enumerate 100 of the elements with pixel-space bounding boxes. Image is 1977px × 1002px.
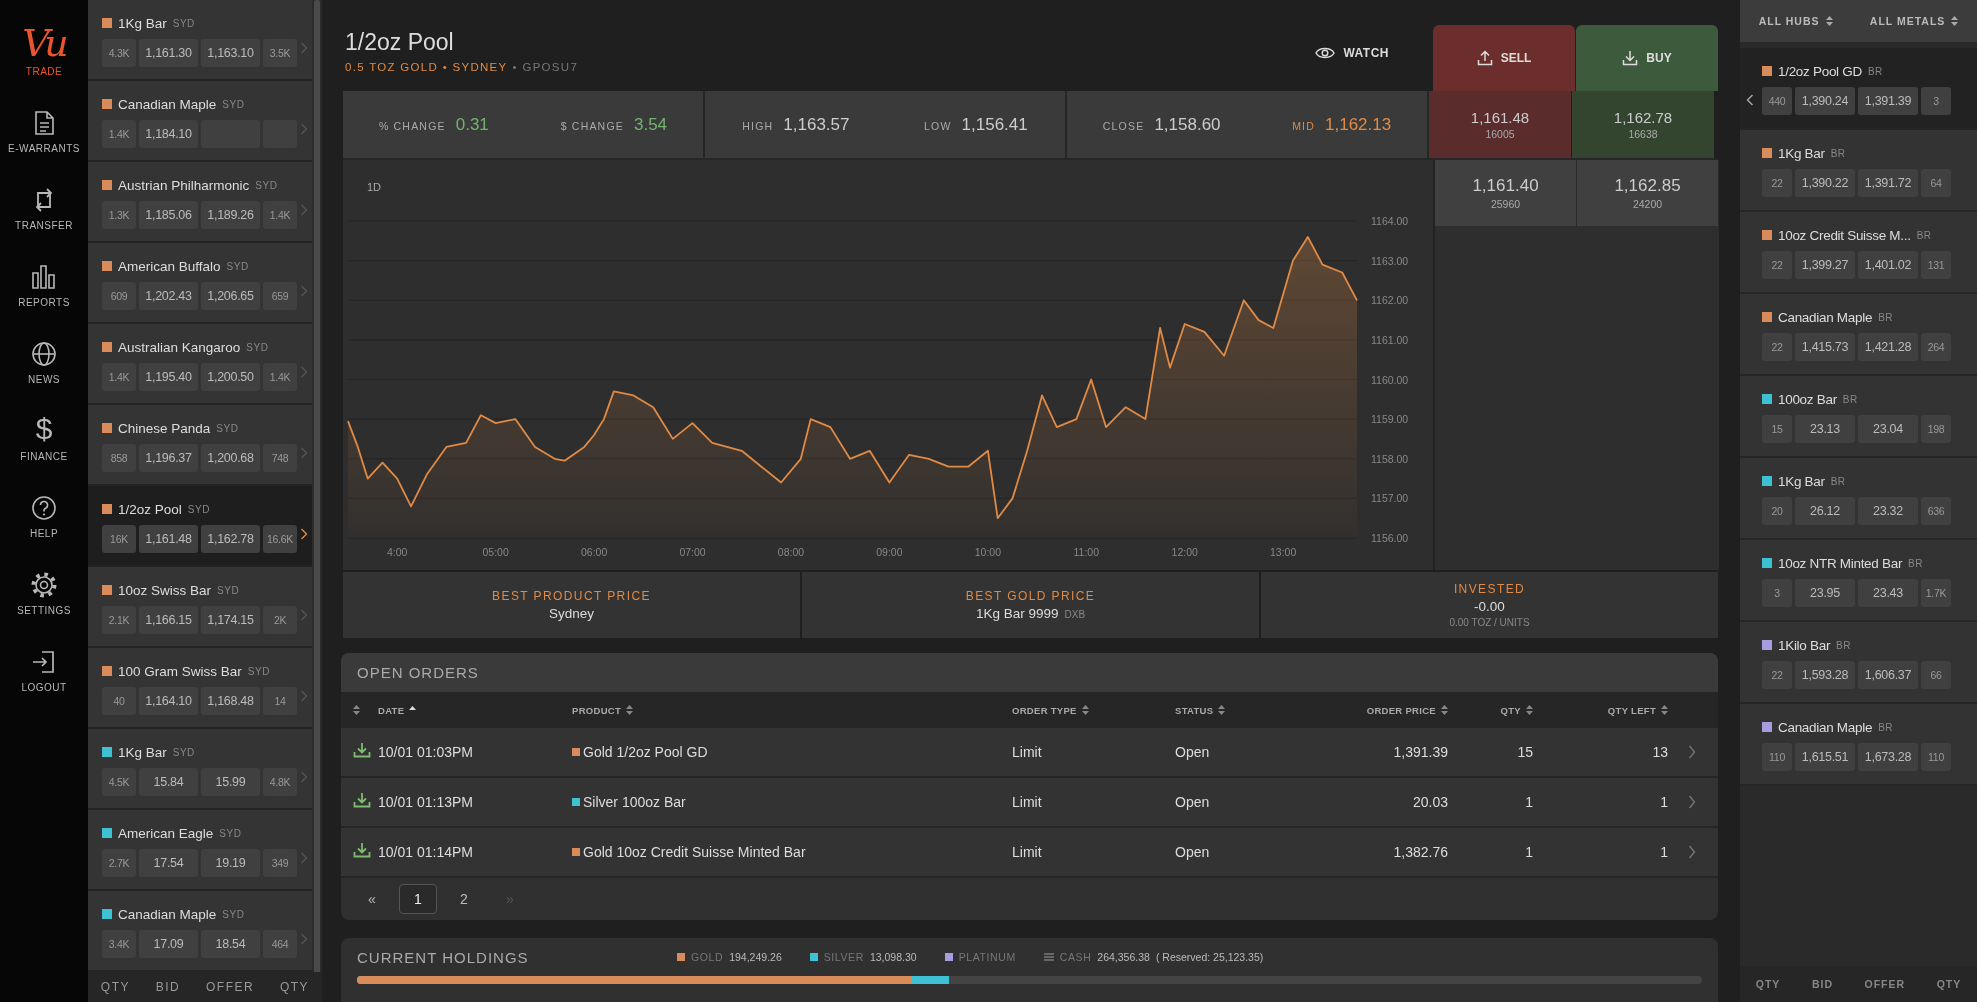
column-header[interactable]: ORDER PRICE (1305, 704, 1448, 716)
product-name: Australian Kangaroo (118, 339, 241, 355)
product-item[interactable]: Canadian Maple SYD 1.4K 1,184.10 (88, 81, 312, 162)
product-name: Canadian Maple (118, 906, 217, 922)
product-item[interactable]: Chinese Panda SYD 858 1,196.37 1,200.68 748 (88, 405, 312, 486)
nav-item[interactable]: Vu TRADE (0, 0, 88, 83)
page-button[interactable]: 1 (399, 884, 437, 914)
buy-quote[interactable]: 1,162.85 24200 (1577, 160, 1719, 226)
product-name: American Eagle (118, 825, 214, 841)
chevron-icon (300, 933, 308, 945)
chevron-icon (300, 366, 308, 378)
legend-value: 13,098.30 (869, 951, 917, 963)
axis-label: 1163.00 (1371, 254, 1409, 267)
quantity-cell: 110 (1762, 743, 1792, 771)
product-item[interactable]: 1Kg Bar SYD 4.5K 15.84 15.99 4.8K (88, 729, 312, 810)
axis-label: 06:00 (580, 546, 608, 558)
column-header[interactable]: PRODUCT (572, 704, 1012, 716)
buy-button[interactable]: BUY (1576, 25, 1718, 91)
offer-cell: 18.54 (201, 930, 260, 958)
stat-value: 1,163.57 (783, 114, 850, 135)
sort-icon[interactable] (353, 705, 360, 715)
product-name: 100 Gram Swiss Bar (118, 663, 242, 679)
product-name: 1/2oz Pool (118, 501, 182, 517)
product-item[interactable]: Austrian Philharmonic SYD 1.3K 1,185.06 1,189.26 1.4K (88, 162, 312, 243)
buy-quote[interactable]: 1,162.78 16638 (1572, 91, 1714, 158)
watch-button[interactable]: WATCH (1309, 45, 1395, 61)
filter-dropdown[interactable]: ALL METALS (1869, 15, 1959, 27)
bid-cell: 1,185.06 (139, 201, 198, 229)
product-item[interactable]: American Buffalo SYD 609 1,202.43 1,206.65 659 (88, 243, 312, 324)
logo: Vu (22, 20, 66, 66)
offer-cell: 1,200.50 (201, 363, 260, 391)
stat-value: 3.54 (633, 114, 668, 135)
quote-price: 1,162.85 (1614, 176, 1681, 196)
info-value: 1Kg Bar 9999 (975, 606, 1059, 621)
quote-price: 1,161.40 (1472, 176, 1539, 196)
column-header[interactable]: QTY (1448, 704, 1533, 716)
quantity-cell: 264 (1921, 333, 1951, 361)
page-button[interactable]: 2 (445, 884, 483, 914)
column-header[interactable]: STATUS (1175, 704, 1305, 716)
range-label[interactable]: 1D (367, 181, 382, 193)
nav-item[interactable]: E-WARRANTS (0, 83, 88, 160)
bid-cell: 23.13 (1795, 415, 1855, 443)
column-header[interactable]: QTY LEFT (1533, 704, 1668, 716)
stat-label: LOW (924, 119, 952, 132)
order-quantity: 15 (1516, 744, 1533, 760)
product-item[interactable]: 10oz Swiss Bar SYD 2.1K 1,166.15 1,174.15 2K (88, 567, 312, 648)
column-header[interactable]: DATE (378, 704, 572, 716)
order-product: Gold 10oz Credit Suisse Minted Bar (583, 844, 806, 860)
order-date: 10/01 01:13PM (378, 794, 474, 810)
product-item[interactable]: Canadian Maple SYD 3.4K 17.09 18.54 464 (88, 891, 312, 972)
order-status: Open (1175, 844, 1211, 860)
product-item[interactable]: 100 Gram Swiss Bar SYD 40 1,164.10 1,168.48 14 (88, 648, 312, 729)
product-item[interactable]: 1/2oz Pool GD BR 440 1,390.24 1,391.39 3 (1740, 48, 1977, 130)
product-item[interactable]: 100oz Bar BR 15 23.13 23.04 198 (1740, 376, 1977, 458)
chevron-icon (300, 123, 308, 135)
bid-cell: 1,195.40 (139, 363, 198, 391)
nav-item[interactable]: $ FINANCE (0, 391, 88, 468)
bid-cell: 1,184.10 (139, 120, 198, 148)
product-item[interactable]: Australian Kangaroo SYD 1.4K 1,195.40 1,200.50 1.4K (88, 324, 312, 405)
product-item[interactable]: 1/2oz Pool SYD 16K 1,161.48 1,162.78 16.6K (88, 486, 312, 567)
product-item[interactable]: Canadian Maple BR 22 1,415.73 1,421.28 264 (1740, 294, 1977, 376)
hub-code: SYD (217, 584, 240, 596)
offer-cell: 1,673.28 (1858, 743, 1918, 771)
sell-quote[interactable]: 1,161.48 16005 (1429, 91, 1572, 158)
product-item[interactable]: 1Kilo Bar BR 22 1,593.28 1,606.37 66 (1740, 622, 1977, 704)
quantity-cell: 22 (1762, 169, 1792, 197)
scrollbar[interactable] (314, 0, 320, 972)
nav-item[interactable]: SETTINGS (0, 545, 88, 622)
product-item[interactable]: 1Kg Bar SYD 4.3K 1,161.30 1,163.10 3.5K (88, 0, 312, 81)
offer-cell: 23.43 (1858, 579, 1918, 607)
quantity-cell: 1.4K (263, 363, 297, 391)
product-item[interactable]: 10oz NTR Minted Bar BR 3 23.95 23.43 1.7K (1740, 540, 1977, 622)
product-item[interactable]: American Eagle SYD 2.7K 17.54 19.19 349 (88, 810, 312, 891)
product-item[interactable]: Canadian Maple BR 110 1,615.51 1,673.28 110 (1740, 704, 1977, 786)
quantity-cell: 64 (1921, 169, 1951, 197)
stat-label: % CHANGE (378, 119, 446, 132)
quote-volume: 24200 (1632, 198, 1663, 210)
offer-cell: 1,421.28 (1858, 333, 1918, 361)
nav-item[interactable]: HELP (0, 468, 88, 545)
column-header[interactable]: ORDER TYPE (1012, 704, 1175, 716)
product-item[interactable]: 10oz Credit Suisse M... BR 22 1,399.27 1,401.02 131 (1740, 212, 1977, 294)
nav-item[interactable]: NEWS (0, 314, 88, 391)
page-button[interactable]: « (353, 884, 391, 914)
filter-dropdown[interactable]: ALL HUBS (1758, 15, 1833, 27)
chevron-icon (300, 42, 308, 54)
nav-item[interactable]: LOGOUT (0, 622, 88, 699)
product-item[interactable]: 1Kg Bar BR 20 26.12 23.32 636 (1740, 458, 1977, 540)
legend-label: SILVER (823, 951, 864, 963)
download-icon (353, 742, 371, 758)
order-type: Limit (1012, 844, 1043, 860)
offer-cell: 1,391.72 (1858, 169, 1918, 197)
sell-quote[interactable]: 1,161.40 25960 (1435, 160, 1577, 226)
nav-item[interactable]: REPORTS (0, 237, 88, 314)
nav-item[interactable]: TRANSFER (0, 160, 88, 237)
quantity-cell: 1.7K (1921, 579, 1951, 607)
sell-button[interactable]: SELL (1433, 25, 1575, 91)
quantity-cell: 3 (1762, 579, 1792, 607)
product-name: Canadian Maple (1778, 719, 1873, 735)
product-item[interactable]: 1Kg Bar BR 22 1,390.22 1,391.72 64 (1740, 130, 1977, 212)
hub-code: DXB (1064, 609, 1086, 620)
